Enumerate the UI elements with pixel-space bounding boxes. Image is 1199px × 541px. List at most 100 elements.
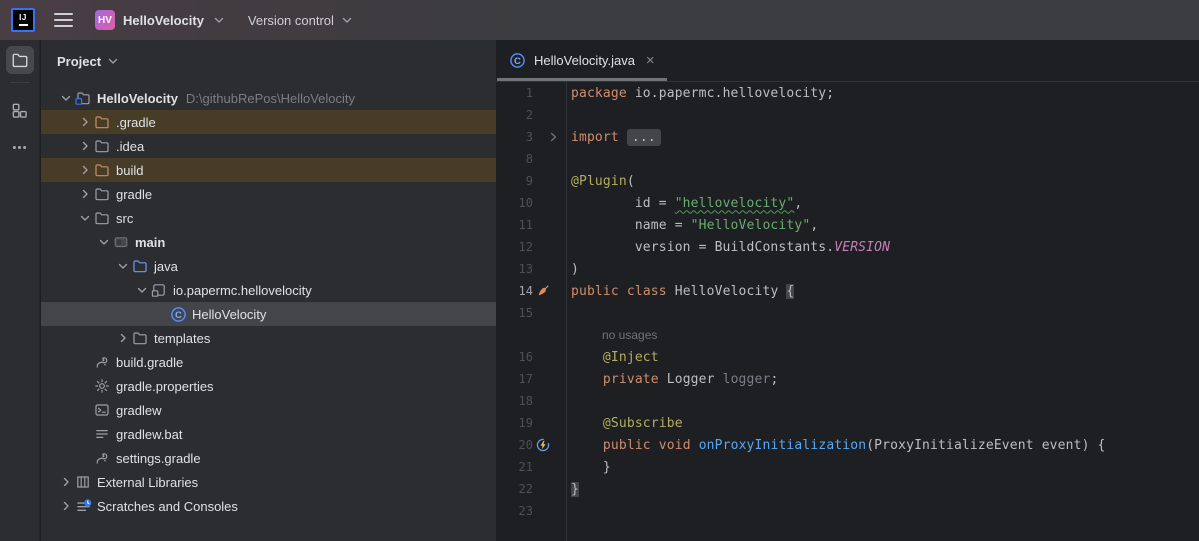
code-token: "hellovelocity" <box>675 196 795 211</box>
code-line-22[interactable]: 22} <box>496 478 1199 500</box>
editor-area[interactable]: C HelloVelocity.java × 1package io.paper… <box>496 40 1199 541</box>
tree-row-label: java <box>154 259 178 274</box>
tree-row-gradle[interactable]: gradle <box>41 182 496 206</box>
tree-row-main[interactable]: main <box>41 230 496 254</box>
project-panel-header[interactable]: Project <box>41 40 496 82</box>
code-line-11[interactable]: 11 name = "HelloVelocity", <box>496 214 1199 236</box>
folder-icon <box>94 210 114 226</box>
tree-row-hellovelocity[interactable]: CHelloVelocity <box>41 302 496 326</box>
gutter-spacer <box>533 214 561 236</box>
svg-text:C: C <box>175 309 182 320</box>
chevron-right-icon[interactable] <box>57 498 75 514</box>
code-line-12[interactable]: 12 version = BuildConstants.VERSION <box>496 236 1199 258</box>
code-line-20[interactable]: 20 public void onProxyInitialization(Pro… <box>496 434 1199 456</box>
code-line-21[interactable]: 21 } <box>496 456 1199 478</box>
code-line-17[interactable]: 17 private Logger logger; <box>496 368 1199 390</box>
code-line-19[interactable]: 19 @Subscribe <box>496 412 1199 434</box>
project-widget[interactable]: HV HelloVelocity <box>90 7 231 33</box>
structure-toolwindow-button[interactable] <box>6 96 34 124</box>
close-tab-icon[interactable]: × <box>646 53 655 68</box>
project-toolwindow-button[interactable] <box>6 46 34 74</box>
line-number: 21 <box>496 460 533 474</box>
code-line-13[interactable]: 13) <box>496 258 1199 280</box>
code-token: } <box>571 460 611 475</box>
tree-row-src[interactable]: src <box>41 206 496 230</box>
fold-arrow-icon[interactable] <box>533 126 561 148</box>
tree-row--idea[interactable]: .idea <box>41 134 496 158</box>
inlay-hint-row[interactable]: no usages <box>496 324 1199 346</box>
code-line-9[interactable]: 9@Plugin( <box>496 170 1199 192</box>
line-number: 9 <box>496 174 533 188</box>
code-line-15[interactable]: 15 <box>496 302 1199 324</box>
tree-row-templates[interactable]: templates <box>41 326 496 350</box>
chevron-down-icon[interactable] <box>95 234 113 250</box>
tree-row-hellovelocity[interactable]: HelloVelocity D:\githubRePos\HelloVelocit… <box>41 86 496 110</box>
main-toolbar: IJ HV HelloVelocity Version control <box>0 0 1199 40</box>
chevron-right-icon[interactable] <box>76 162 94 178</box>
code-token: io.papermc.hellovelocity; <box>627 86 834 101</box>
code-line-10[interactable]: 10 id = "hellovelocity", <box>496 192 1199 214</box>
intellij-logo-text: IJ <box>19 14 27 22</box>
code-token: void <box>659 438 691 453</box>
line-number: 10 <box>496 196 533 210</box>
project-panel-title: Project <box>57 54 101 69</box>
tree-row-external-libraries[interactable]: External Libraries <box>41 470 496 494</box>
code-line-23[interactable]: 23 <box>496 500 1199 522</box>
main-menu-button[interactable] <box>54 13 73 27</box>
tree-row-gradlew-bat[interactable]: gradlew.bat <box>41 422 496 446</box>
code-line-2[interactable]: 2 <box>496 104 1199 126</box>
project-widget-label: HelloVelocity <box>123 13 204 28</box>
chevron-down-icon[interactable] <box>114 258 132 274</box>
chevron-down-icon[interactable] <box>76 210 94 226</box>
gutter-spacer <box>533 302 561 324</box>
gutter-spacer <box>533 170 561 192</box>
tree-row-scratches-and-consoles[interactable]: Scratches and Consoles <box>41 494 496 518</box>
code-editor[interactable]: 1package io.papermc.hellovelocity;23impo… <box>496 82 1199 541</box>
tree-row-path: D:\githubRePos\HelloVelocity <box>186 91 355 106</box>
gutter-spacer <box>533 390 561 412</box>
tree-row-build[interactable]: build <box>41 158 496 182</box>
code-line-text: import ... <box>571 129 661 146</box>
tree-row-label: HelloVelocity <box>97 91 178 106</box>
chevron-down-icon <box>340 13 354 27</box>
vcs-widget[interactable]: Version control <box>248 13 354 28</box>
tree-row-settings-gradle[interactable]: settings.gradle <box>41 446 496 470</box>
code-line-14[interactable]: 14public class HelloVelocity { <box>496 280 1199 302</box>
chevron-down-icon <box>106 54 120 68</box>
chevron-right-icon[interactable] <box>57 474 75 490</box>
tree-row-gradle-properties[interactable]: gradle.properties <box>41 374 496 398</box>
code-line-text: } <box>571 482 579 497</box>
code-line-8[interactable]: 8 <box>496 148 1199 170</box>
line-number: 14 <box>496 284 533 298</box>
tree-row-label: main <box>135 235 165 250</box>
subscribe-gutter-icon[interactable] <box>533 434 561 456</box>
tree-row--gradle[interactable]: .gradle <box>41 110 496 134</box>
code-line-3[interactable]: 3import ... <box>496 126 1199 148</box>
code-line-16[interactable]: 16 @Inject <box>496 346 1199 368</box>
tree-row-io-papermc-hellovelocity[interactable]: io.papermc.hellovelocity <box>41 278 496 302</box>
code-token: @Subscribe <box>603 416 683 431</box>
gear-icon <box>94 378 114 394</box>
code-line-1[interactable]: 1package io.papermc.hellovelocity; <box>496 82 1199 104</box>
chevron-right-icon[interactable] <box>76 114 94 130</box>
chevron-right-icon[interactable] <box>114 330 132 346</box>
code-token: package <box>571 86 627 101</box>
code-line-text: } <box>571 460 611 475</box>
chevron-right-icon[interactable] <box>76 186 94 202</box>
code-line-18[interactable]: 18 <box>496 390 1199 412</box>
chevron-down-icon[interactable] <box>133 282 151 298</box>
tree-row-gradlew[interactable]: gradlew <box>41 398 496 422</box>
tree-row-build-gradle[interactable]: build.gradle <box>41 350 496 374</box>
plugin-gutter-icon[interactable] <box>533 280 561 302</box>
chevron-placeholder <box>76 354 94 370</box>
chevron-right-icon[interactable] <box>76 138 94 154</box>
code-line-text: package io.papermc.hellovelocity; <box>571 86 834 101</box>
code-token[interactable]: ... <box>627 129 661 146</box>
code-token <box>619 130 627 145</box>
code-token: ; <box>770 372 778 387</box>
more-toolwindows-button[interactable] <box>6 133 34 161</box>
editor-tab[interactable]: C HelloVelocity.java × <box>496 40 668 81</box>
chevron-down-icon[interactable] <box>57 90 75 106</box>
folder-excluded-icon <box>94 114 114 130</box>
tree-row-java[interactable]: java <box>41 254 496 278</box>
